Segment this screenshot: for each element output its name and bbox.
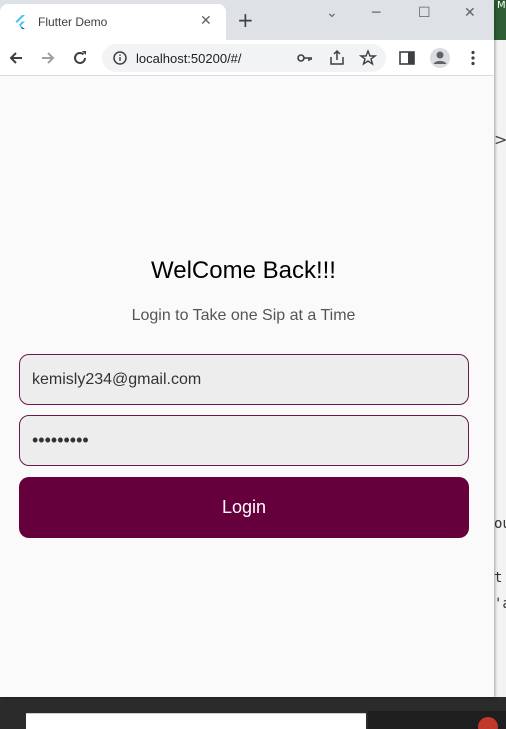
- close-tab-icon[interactable]: ✕: [200, 13, 212, 29]
- tab-strip: Flutter Demo ✕ + ⌄ ─ ☐ ✕: [0, 0, 494, 40]
- maximize-button[interactable]: ☐: [418, 5, 431, 21]
- background-code-text: ou: [494, 516, 506, 532]
- background-glyph: M: [497, 0, 506, 11]
- browser-toolbar: localhost:50200/#/: [0, 40, 494, 76]
- background-window-header: M: [494, 0, 506, 40]
- login-button[interactable]: Login: [19, 477, 469, 538]
- tab-flutter-demo[interactable]: Flutter Demo ✕: [0, 4, 226, 40]
- side-panel-icon[interactable]: [398, 49, 416, 67]
- more-menu-icon[interactable]: [464, 49, 482, 67]
- key-icon[interactable]: [296, 49, 314, 67]
- taskbar-search-box[interactable]: [26, 713, 366, 729]
- share-icon[interactable]: [328, 49, 346, 67]
- forward-icon[interactable]: [39, 49, 57, 67]
- profile-avatar-icon[interactable]: [429, 47, 451, 69]
- background-code-text: t: [494, 570, 503, 586]
- minimize-button[interactable]: ─: [372, 5, 380, 21]
- star-icon[interactable]: [359, 49, 377, 67]
- chevron-right-icon: >: [494, 130, 506, 149]
- back-icon[interactable]: [7, 49, 25, 67]
- reload-icon[interactable]: [71, 49, 89, 67]
- page-subtitle: Login to Take one Sip at a Time: [131, 307, 356, 324]
- page-title: WelCome Back!!!: [151, 257, 336, 284]
- info-icon[interactable]: [113, 51, 127, 65]
- browser-window: Flutter Demo ✕ + ⌄ ─ ☐ ✕ localhost:50200…: [0, 0, 494, 697]
- email-field[interactable]: [19, 354, 469, 405]
- close-window-button[interactable]: ✕: [464, 5, 476, 21]
- url-text: localhost:50200/#/: [136, 51, 242, 66]
- tab-search-icon[interactable]: ⌄: [326, 5, 338, 21]
- address-bar[interactable]: localhost:50200/#/: [102, 44, 386, 72]
- taskbar: [0, 697, 506, 729]
- flutter-icon: [15, 15, 25, 29]
- background-window-edge: M > ou t 'a: [494, 0, 506, 729]
- tab-title: Flutter Demo: [38, 15, 108, 29]
- new-tab-button[interactable]: +: [237, 10, 254, 30]
- background-code-text: 'a: [494, 596, 506, 612]
- login-page: WelCome Back!!! Login to Take one Sip at…: [0, 77, 494, 697]
- password-field[interactable]: [19, 415, 469, 466]
